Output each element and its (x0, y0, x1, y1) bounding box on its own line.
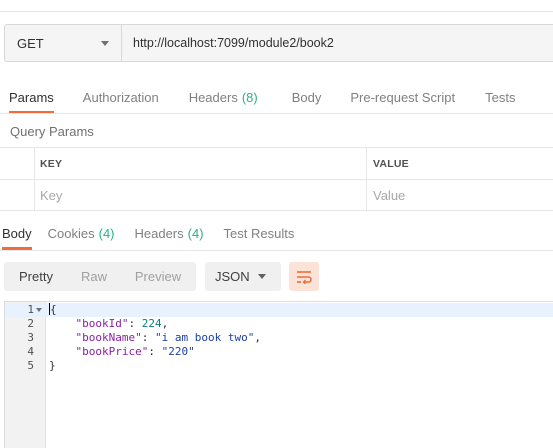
json-value: "220" (161, 345, 195, 358)
code-line: 5 } (5, 359, 553, 373)
code-line: 2 "bookId": 224, (5, 317, 553, 331)
json-value: 224 (141, 317, 162, 330)
value-input[interactable]: Value (367, 180, 553, 210)
fold-arrow-icon[interactable] (36, 308, 42, 312)
preview-button[interactable]: Preview (120, 262, 196, 291)
format-label: JSON (215, 269, 250, 284)
tab-label: Headers (188, 89, 238, 105)
tab-label: Headers (134, 225, 184, 241)
brace: { (50, 303, 57, 316)
row-checkbox[interactable] (0, 180, 35, 210)
tab-tests[interactable]: Tests (485, 80, 515, 114)
json-key: "bookId" (75, 317, 129, 330)
divider (0, 113, 553, 114)
value-placeholder: Value (373, 187, 406, 203)
line-number: 3 (27, 331, 34, 344)
tab-response-headers[interactable]: Headers (4) (135, 216, 204, 250)
key-column-header: KEY (40, 157, 63, 170)
query-params-table: KEY VALUE Key Value (0, 147, 553, 211)
tab-count: (8) (241, 89, 258, 105)
wrap-lines-icon (297, 270, 312, 284)
table-row: Key Value (0, 179, 553, 211)
request-tabs: Params Authorization Headers (8) Body Pr… (0, 80, 515, 114)
tab-count: (4) (187, 225, 204, 241)
tab-label: Authorization (82, 89, 159, 105)
raw-button[interactable]: Raw (68, 262, 120, 291)
value-column-header: VALUE (373, 157, 409, 170)
tab-label: Params (9, 89, 54, 105)
divider (0, 250, 553, 251)
top-strip (0, 0, 553, 12)
tab-params[interactable]: Params (9, 80, 54, 114)
tab-count: (4) (98, 225, 115, 241)
json-value: "i am book two" (154, 331, 255, 344)
tab-label: Body (291, 89, 322, 105)
code-line: 4 "bookPrice": "220" (5, 345, 553, 359)
line-number: 1 (27, 303, 34, 316)
key-placeholder: Key (40, 187, 63, 203)
line-number: 2 (27, 317, 34, 330)
method-label: GET (17, 35, 44, 51)
code-line: 3 "bookName": "i am book two", (5, 331, 553, 345)
method-select[interactable]: GET (5, 25, 122, 61)
line-number: 4 (27, 345, 34, 358)
tab-headers[interactable]: Headers (8) (189, 80, 258, 114)
response-body-editor[interactable]: 1 { 2 "bookId": 224, 3 "bookName": "i am… (4, 301, 553, 448)
tab-label: Test Results (223, 225, 295, 241)
json-key: "bookPrice" (75, 345, 149, 358)
tab-cookies[interactable]: Cookies (4) (48, 216, 115, 250)
query-params-title: Query Params (10, 124, 94, 139)
response-tabs: Body Cookies (4) Headers (4) Test Result… (0, 216, 294, 250)
format-select[interactable]: JSON (205, 262, 281, 291)
view-mode-toggle: Pretty Raw Preview (4, 262, 196, 291)
key-input[interactable]: Key (35, 180, 367, 210)
brace: } (49, 359, 56, 372)
chevron-down-icon (101, 41, 109, 46)
chevron-down-icon (258, 274, 266, 279)
request-bar: GET http://localhost:7099/module2/book2 (4, 24, 553, 62)
tab-label: Body (2, 225, 32, 241)
json-key: "bookName" (75, 331, 142, 344)
tab-label: Cookies (47, 225, 95, 241)
pretty-button[interactable]: Pretty (4, 262, 68, 291)
url-input[interactable]: http://localhost:7099/module2/book2 (122, 25, 553, 61)
checkbox-column (0, 148, 35, 179)
line-number: 5 (27, 359, 34, 372)
tab-response-body[interactable]: Body (2, 216, 32, 250)
wrap-lines-button[interactable] (289, 262, 319, 291)
tab-authorization[interactable]: Authorization (83, 80, 159, 114)
url-text: http://localhost:7099/module2/book2 (133, 36, 334, 50)
tab-label: Pre-request Script (350, 89, 456, 105)
tab-label: Tests (485, 89, 516, 105)
code-line: 1 { (5, 303, 553, 317)
tab-pre-request-script[interactable]: Pre-request Script (350, 80, 455, 114)
tab-body[interactable]: Body (292, 80, 322, 114)
table-header-row: KEY VALUE (0, 147, 553, 179)
tab-test-results[interactable]: Test Results (224, 216, 295, 250)
